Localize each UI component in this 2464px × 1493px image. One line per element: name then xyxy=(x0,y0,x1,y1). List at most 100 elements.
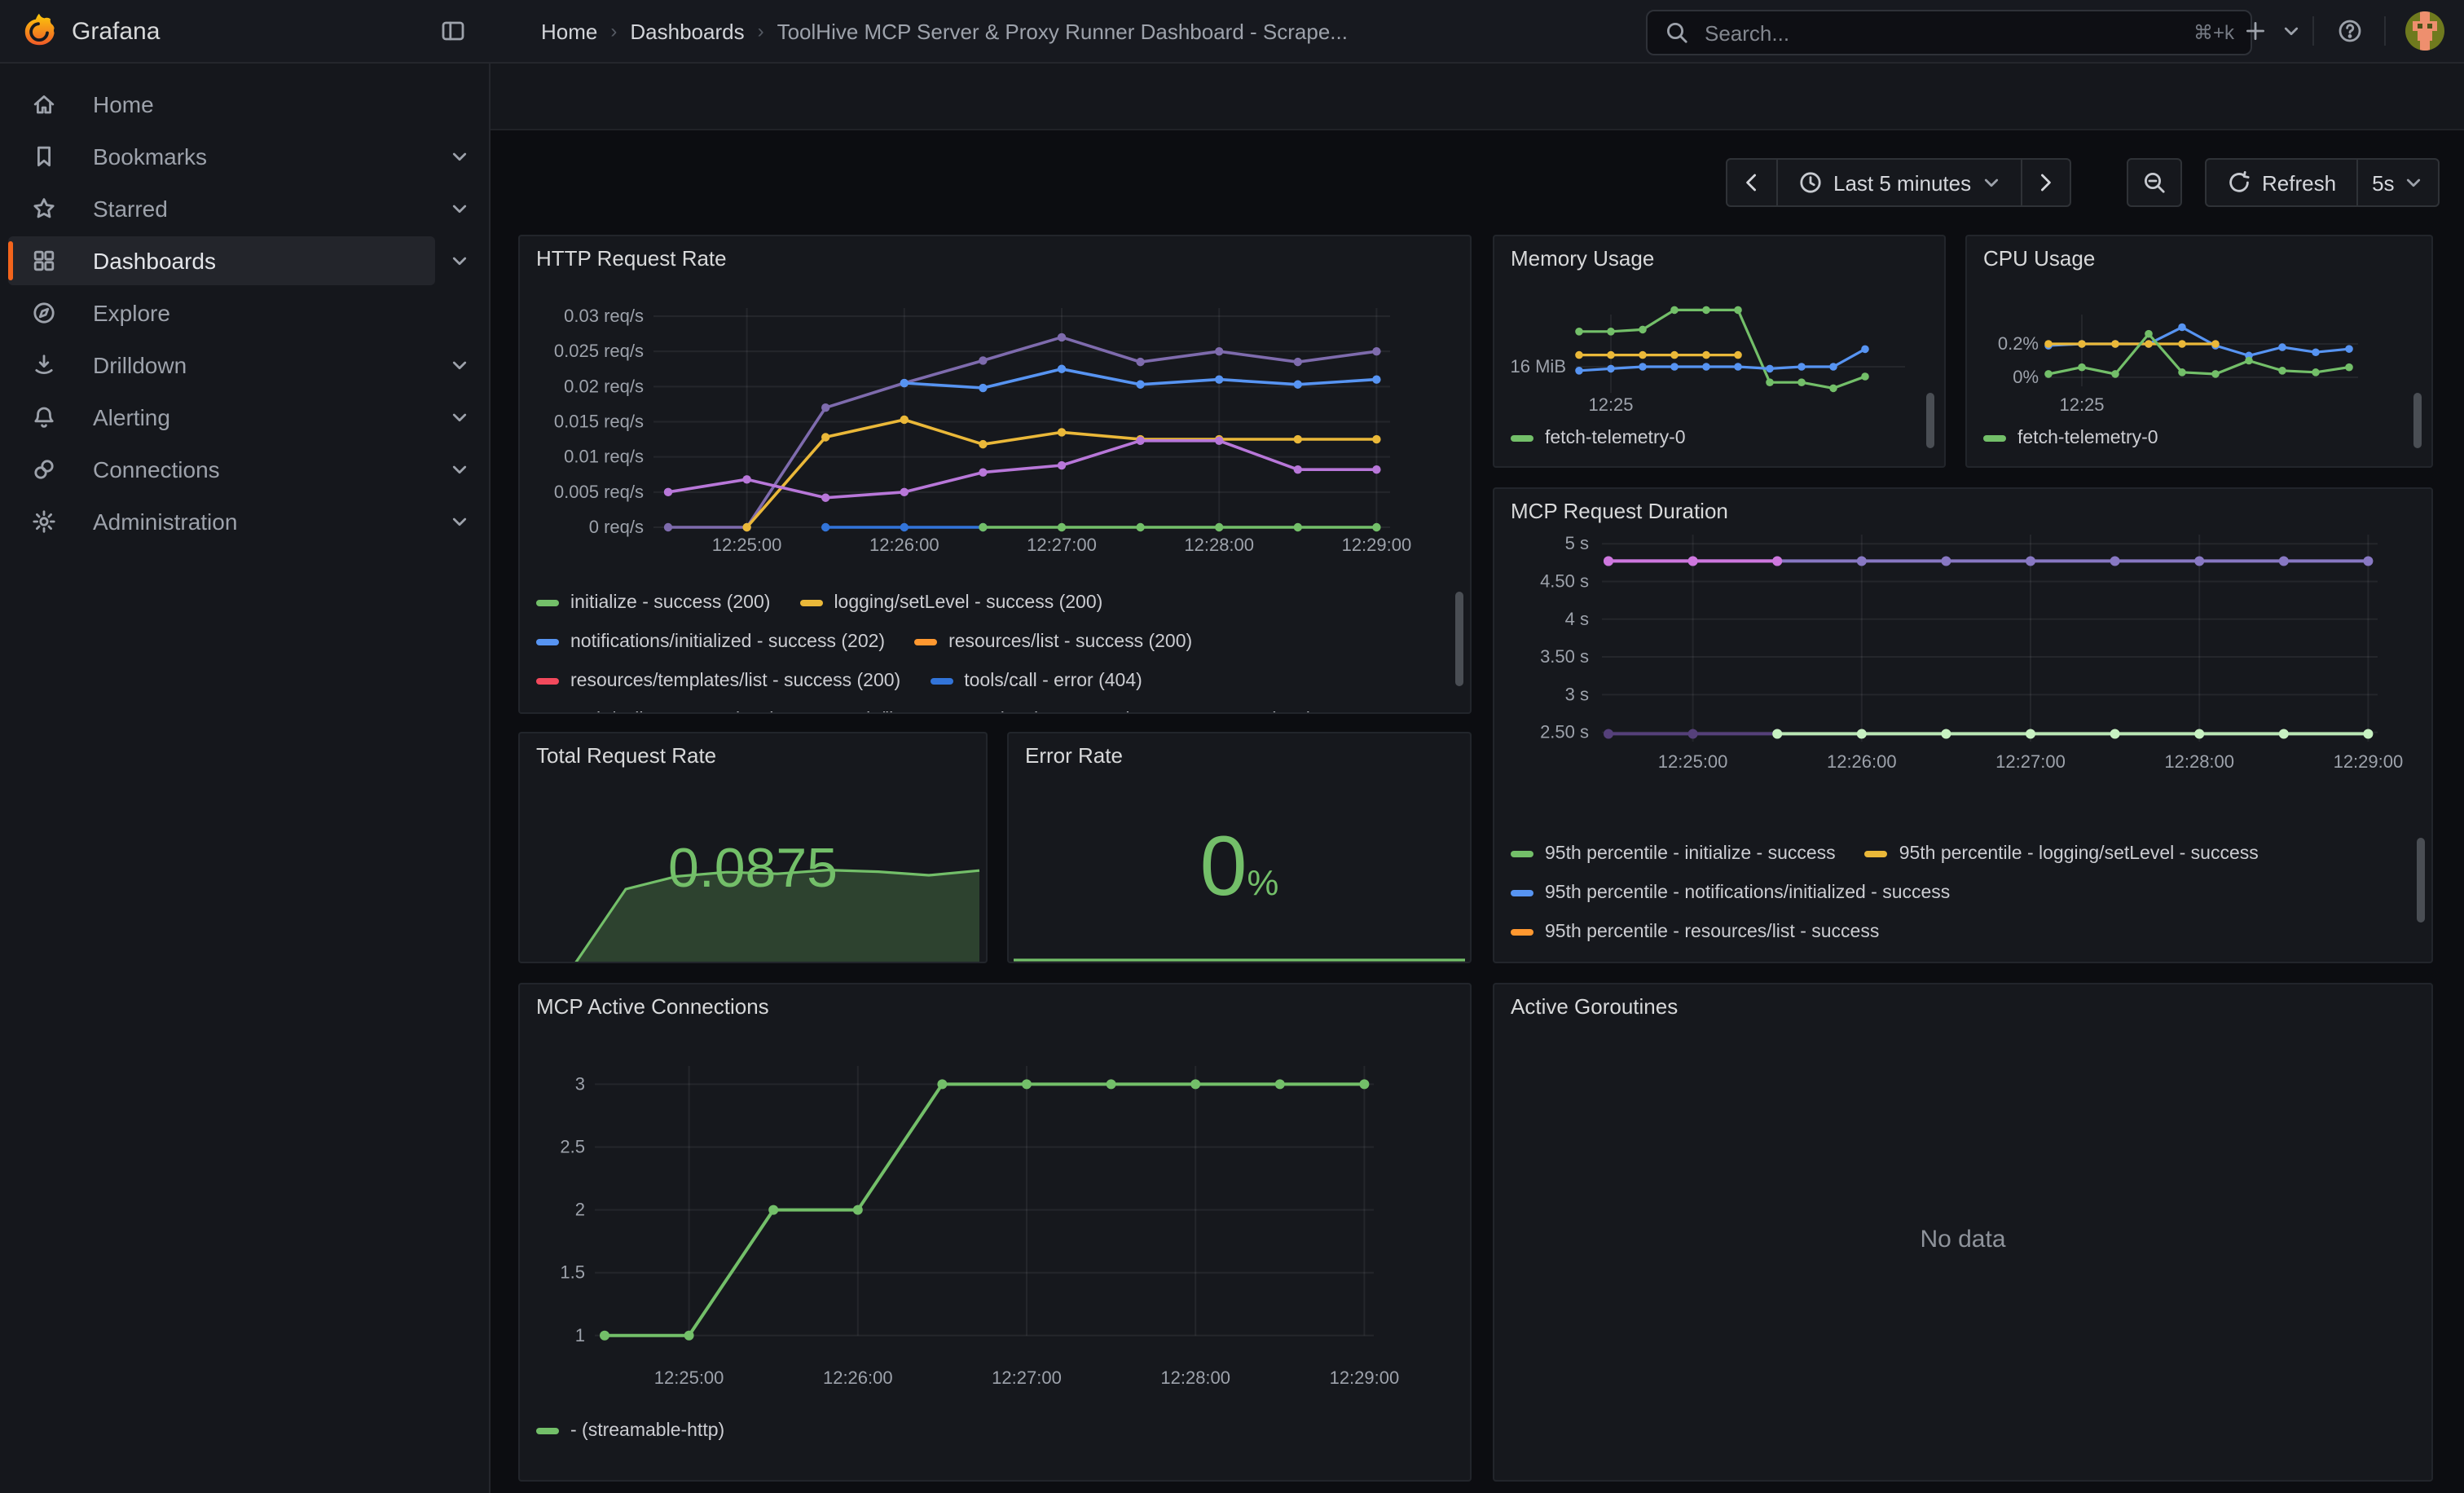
add-new-button[interactable] xyxy=(2233,8,2278,54)
legend-row: fetch-telemetry-0 xyxy=(1511,419,1925,458)
stat-number: 0.0875 xyxy=(668,838,838,900)
panel-mcp-request-duration: MCP Request Duration5 s4.50 s4 s3.50 s3 … xyxy=(1493,487,2433,963)
sidebar-item-home[interactable]: Home xyxy=(8,80,435,129)
legend-color-pill xyxy=(1511,929,1533,936)
chevron-down-icon[interactable] xyxy=(447,404,473,430)
legend-item[interactable]: - (streamable-http) xyxy=(536,1421,724,1441)
sidebar-item-starred[interactable]: Starred xyxy=(8,184,435,233)
breadcrumb-item[interactable]: Dashboards xyxy=(630,19,744,43)
chart-plot[interactable]: 32.521.5112:25:0012:26:0012:27:0012:28:0… xyxy=(520,984,1472,1482)
legend-label: 95th percentile - logging/setLevel - suc… xyxy=(1899,844,2259,864)
legend-scrollbar[interactable] xyxy=(1455,592,1463,686)
legend-scrollbar[interactable] xyxy=(1926,393,1934,448)
grafana-logo-icon[interactable] xyxy=(20,11,59,51)
svg-text:12:27:00: 12:27:00 xyxy=(1027,535,1097,555)
legend-item[interactable]: logging/setLevel - success (200) xyxy=(799,593,1102,613)
legend-item[interactable]: resources/list - success (200) xyxy=(914,632,1192,652)
breadcrumb-item[interactable]: Home xyxy=(541,19,597,43)
legend-item[interactable]: tools/list - success (200) xyxy=(806,711,1041,714)
legend-item[interactable]: 95th percentile - resources/templates/li… xyxy=(1511,962,1965,963)
sidebar-toggle-icon[interactable] xyxy=(430,8,476,54)
legend-item[interactable]: unknown - success (200) xyxy=(1071,711,1313,714)
sidebar-item-explore[interactable]: Explore xyxy=(8,288,435,337)
time-forward-button[interactable] xyxy=(2020,160,2069,205)
brand-name: Grafana xyxy=(72,17,160,45)
panel-http-request-rate: HTTP Request Rate0 req/s0.005 req/s0.01 … xyxy=(518,235,1472,714)
svg-text:3: 3 xyxy=(575,1073,585,1094)
sidebar-item-administration[interactable]: Administration xyxy=(8,497,435,546)
panel-title[interactable]: Memory Usage xyxy=(1494,236,1944,271)
legend-item[interactable]: 95th percentile - initialize - success xyxy=(1511,844,1836,864)
refresh-icon xyxy=(2226,170,2252,196)
search-input[interactable] xyxy=(1701,19,2182,46)
sidebar-item-alerting[interactable]: Alerting xyxy=(8,393,435,442)
svg-text:0.025 req/s: 0.025 req/s xyxy=(554,341,644,361)
legend-item[interactable]: tools/call - success (200) xyxy=(536,711,777,714)
help-icon[interactable] xyxy=(2327,8,2373,54)
grafana-app: Home Bookmarks Starred Dashboards Explor… xyxy=(0,0,2464,1493)
panel-title[interactable]: MCP Request Duration xyxy=(1494,489,2431,523)
legend-item[interactable]: fetch-telemetry-0 xyxy=(1983,429,2158,448)
sidebar-item-connections[interactable]: Connections xyxy=(8,445,435,494)
legend-label: tools/call - error (404) xyxy=(964,672,1142,691)
refresh-interval-picker[interactable]: 5s xyxy=(2356,160,2438,205)
legend-color-pill xyxy=(1511,435,1533,442)
legend-color-pill xyxy=(536,1428,559,1434)
legend-item[interactable]: 95th percentile - resources/list - succe… xyxy=(1511,923,1879,942)
sidebar-item-drilldown[interactable]: Drilldown xyxy=(8,341,435,390)
legend-label: initialize - success (200) xyxy=(570,593,770,613)
sidebar: Home Bookmarks Starred Dashboards Explor… xyxy=(0,62,491,1493)
avatar[interactable] xyxy=(2405,11,2444,51)
chevron-down-icon[interactable] xyxy=(447,456,473,482)
svg-text:4 s: 4 s xyxy=(1565,609,1589,629)
panel-title[interactable]: MCP Active Connections xyxy=(520,984,1470,1019)
sidebar-item-dashboards[interactable]: Dashboards xyxy=(8,236,435,285)
legend-item[interactable]: 95th percentile - notifications/initiali… xyxy=(1511,883,1950,903)
legend-scrollbar[interactable] xyxy=(2413,393,2422,448)
breadcrumb-separator-icon: › xyxy=(610,20,617,42)
chevron-down-icon[interactable] xyxy=(447,509,473,535)
svg-text:12:27:00: 12:27:00 xyxy=(1995,751,2066,772)
svg-text:0.005 req/s: 0.005 req/s xyxy=(554,482,644,502)
legend-color-pill xyxy=(1865,851,1888,857)
legend-item[interactable]: 95th percentile - logging/setLevel - suc… xyxy=(1865,844,2259,864)
sidebar-item-label: Alerting xyxy=(93,404,170,430)
svg-text:16 MiB: 16 MiB xyxy=(1511,356,1566,377)
time-range-picker[interactable]: Last 5 minutes xyxy=(1776,160,2020,205)
svg-text:12:29:00: 12:29:00 xyxy=(1330,1367,1400,1388)
legend-item[interactable]: fetch-telemetry-0 xyxy=(1511,429,1686,448)
refresh-button[interactable]: Refresh xyxy=(2207,160,2356,205)
svg-text:0.03 req/s: 0.03 req/s xyxy=(564,306,644,326)
panel-title[interactable]: Error Rate xyxy=(1009,733,1139,768)
time-back-button[interactable] xyxy=(1727,160,1776,205)
panel-title[interactable]: Active Goroutines xyxy=(1494,984,2431,1019)
panel-title[interactable]: Total Request Rate xyxy=(520,733,733,768)
chevron-down-icon[interactable] xyxy=(447,248,473,274)
panel-total-request-rate: 0.0875 Total Request Rate xyxy=(518,732,988,963)
sidebar-item-bookmarks[interactable]: Bookmarks xyxy=(8,132,435,181)
chevron-down-icon[interactable] xyxy=(447,143,473,170)
stat-number: 0 xyxy=(1200,820,1247,914)
legend-item[interactable]: resources/templates/list - success (200) xyxy=(536,672,900,691)
svg-text:12:25:00: 12:25:00 xyxy=(654,1367,724,1388)
zoom-out-button[interactable] xyxy=(2127,158,2182,207)
time-range-caret-icon xyxy=(1981,173,2000,192)
panel-title[interactable]: HTTP Request Rate xyxy=(520,236,1470,271)
legend-item[interactable]: tools/call - error (404) xyxy=(930,672,1142,691)
search-box[interactable]: ⌘+k xyxy=(1646,10,2252,55)
panel-title[interactable]: CPU Usage xyxy=(1967,236,2431,271)
legend-row: - (streamable-http) xyxy=(536,1412,1450,1451)
chevron-down-icon[interactable] xyxy=(447,352,473,378)
sidebar-item-label: Home xyxy=(93,91,154,117)
add-new-caret-icon[interactable] xyxy=(2281,21,2301,41)
chevron-down-icon[interactable] xyxy=(447,196,473,222)
legend-row: 95th percentile - resources/templates/li… xyxy=(1511,952,2412,963)
svg-text:2.5: 2.5 xyxy=(560,1137,585,1157)
legend-scrollbar[interactable] xyxy=(2417,838,2425,923)
legend-color-pill xyxy=(1511,851,1533,857)
svg-text:5 s: 5 s xyxy=(1565,533,1589,553)
legend-item[interactable]: initialize - success (200) xyxy=(536,593,770,613)
sidebar-item-label: Administration xyxy=(93,509,237,535)
legend-row: tools/call - success (200) tools/list - … xyxy=(536,701,1450,714)
legend-item[interactable]: notifications/initialized - success (202… xyxy=(536,632,885,652)
